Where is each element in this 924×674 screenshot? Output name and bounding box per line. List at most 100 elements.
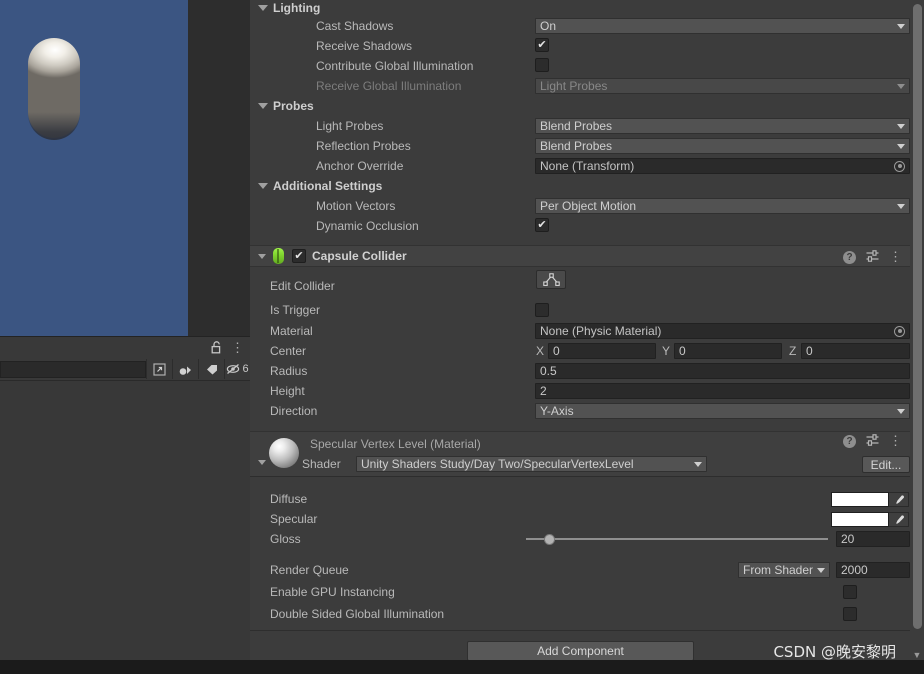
- dropdown-light-probes[interactable]: Blend Probes: [535, 118, 910, 134]
- label-render-queue: Render Queue: [270, 563, 349, 577]
- edit-shader-button[interactable]: Edit...: [862, 456, 910, 473]
- row-anchor-override: Anchor Override None (Transform): [250, 156, 910, 176]
- checkbox-double-sided-global-illumination[interactable]: ✔: [843, 607, 857, 621]
- help-icon[interactable]: ?: [843, 250, 856, 264]
- hidden-count: 6: [242, 363, 249, 375]
- object-picker-icon[interactable]: [894, 325, 905, 337]
- lighting-icon[interactable]: [172, 359, 198, 379]
- material-preview-sphere[interactable]: [269, 438, 299, 468]
- kebab-menu-icon[interactable]: ⋮: [231, 341, 244, 354]
- row-light-probes: Light Probes Blend Probes: [250, 116, 910, 136]
- row-height: Height 2: [250, 381, 910, 401]
- foldout-lighting[interactable]: Lighting: [250, 0, 910, 16]
- axis-label-z: Z: [789, 344, 797, 358]
- preset-icon[interactable]: [866, 433, 879, 449]
- numfield-radius[interactable]: 0.5: [535, 363, 910, 379]
- row-reflection-probes: Reflection Probes Blend Probes: [250, 136, 910, 156]
- material-header-icons: ? ⋮: [843, 430, 902, 452]
- component-header-capsule-collider[interactable]: ✔ Capsule Collider ? ⋮: [250, 245, 910, 267]
- dropdown-direction[interactable]: Y-Axis: [535, 403, 910, 419]
- numfield-value: 0: [553, 344, 560, 358]
- slider-knob[interactable]: [544, 533, 555, 545]
- dropdown-cast-shadows[interactable]: On: [535, 18, 910, 34]
- popout-icon[interactable]: [146, 359, 172, 379]
- label-height: Height: [270, 384, 305, 398]
- lock-icon[interactable]: [211, 341, 222, 354]
- objectfield-physic-material[interactable]: None (Physic Material): [535, 323, 910, 339]
- left-panel-search-row: 6: [0, 358, 250, 380]
- checkbox-enable-gpu-instancing[interactable]: ✔: [843, 585, 857, 599]
- row-double-sided-gi: Double Sided Global Illumination ✔: [250, 603, 910, 625]
- checkbox-dynamic-occlusion[interactable]: ✔: [535, 218, 549, 232]
- numfield-height[interactable]: 2: [535, 383, 910, 399]
- checkbox-component-enabled[interactable]: ✔: [292, 249, 306, 263]
- inspector-scrollbar[interactable]: ▼: [910, 0, 924, 674]
- dropdown-value: Blend Probes: [540, 119, 613, 133]
- kebab-menu-icon[interactable]: ⋮: [889, 434, 902, 447]
- material-header: Specular Vertex Level (Material) Shader …: [250, 431, 910, 477]
- color-swatch[interactable]: [831, 512, 889, 527]
- colorfield-specular[interactable]: [831, 512, 909, 527]
- kebab-menu-icon[interactable]: ⋮: [889, 250, 902, 263]
- dropdown-value: Blend Probes: [540, 139, 613, 153]
- numfield-center-x[interactable]: 0: [548, 343, 656, 359]
- checkbox-is-trigger[interactable]: ✔: [535, 303, 549, 317]
- numfield-render-queue[interactable]: 2000: [836, 562, 910, 578]
- row-diffuse: Diffuse: [250, 489, 910, 509]
- eyedropper-icon[interactable]: [889, 492, 909, 507]
- scene-view[interactable]: [0, 0, 188, 336]
- triangle-down-icon[interactable]: [258, 253, 266, 259]
- help-icon[interactable]: ?: [843, 434, 856, 448]
- label-material: Material: [270, 324, 313, 338]
- label-shader: Shader: [302, 457, 341, 471]
- hidden-objects-icon[interactable]: 6: [224, 359, 250, 379]
- color-swatch[interactable]: [831, 492, 889, 507]
- triangle-down-icon[interactable]: [258, 460, 266, 465]
- dropdown-value: Light Probes: [540, 79, 608, 93]
- label-direction: Direction: [270, 404, 318, 418]
- numfield-center-y[interactable]: 0: [674, 343, 782, 359]
- dropdown-render-queue-mode[interactable]: From Shader: [738, 562, 830, 578]
- search-input[interactable]: [0, 360, 146, 378]
- inspector-scroll-content: Lighting Cast Shadows On Receive Shadows…: [250, 0, 910, 674]
- object-picker-icon[interactable]: [894, 160, 905, 172]
- numfield-center-z[interactable]: 0: [801, 343, 910, 359]
- checkbox-receive-shadows[interactable]: ✔: [535, 38, 549, 52]
- add-component-button[interactable]: Add Component: [467, 641, 694, 661]
- label-receive-global-illumination: Receive Global Illumination: [316, 79, 462, 93]
- foldout-additional-settings[interactable]: Additional Settings: [250, 176, 910, 196]
- chevron-down-icon: [694, 461, 702, 467]
- label-edit-collider: Edit Collider: [270, 279, 335, 293]
- axis-label-y: Y: [662, 344, 671, 358]
- numfield-gloss[interactable]: 20: [836, 531, 910, 547]
- button-label: Add Component: [537, 644, 624, 658]
- eyedropper-icon[interactable]: [889, 512, 909, 527]
- colorfield-diffuse[interactable]: [831, 492, 909, 507]
- checkbox-contribute-global-illumination[interactable]: ✔: [535, 58, 549, 72]
- triangle-down-icon: [258, 103, 268, 109]
- objectfield-value: None (Transform): [540, 159, 635, 173]
- row-receive-gi: Receive Global Illumination Light Probes: [250, 76, 910, 96]
- label-radius: Radius: [270, 364, 308, 378]
- dropdown-shader[interactable]: Unity Shaders Study/Day Two/SpecularVert…: [356, 456, 707, 472]
- axis-label-x: X: [536, 344, 545, 358]
- row-receive-shadows: Receive Shadows ✔: [250, 36, 910, 56]
- objectfield-anchor-override[interactable]: None (Transform): [535, 158, 910, 174]
- foldout-probes[interactable]: Probes: [250, 96, 910, 116]
- label-light-probes: Light Probes: [316, 119, 384, 133]
- edit-collider-button[interactable]: [536, 270, 566, 289]
- dropdown-value: Y-Axis: [540, 404, 574, 418]
- capsule-collider-icon: [273, 248, 284, 264]
- tag-icon[interactable]: [198, 359, 224, 379]
- numfield-value: 0.5: [540, 364, 557, 378]
- preset-icon[interactable]: [866, 249, 879, 265]
- row-dynamic-occlusion: Dynamic Occlusion ✔: [250, 216, 910, 236]
- dropdown-motion-vectors[interactable]: Per Object Motion: [535, 198, 910, 214]
- dropdown-reflection-probes[interactable]: Blend Probes: [535, 138, 910, 154]
- inspector-panel: Lighting Cast Shadows On Receive Shadows…: [250, 0, 924, 674]
- slider-gloss[interactable]: [526, 531, 828, 547]
- left-panel-body: [0, 380, 250, 660]
- scrollbar-thumb[interactable]: [913, 4, 922, 629]
